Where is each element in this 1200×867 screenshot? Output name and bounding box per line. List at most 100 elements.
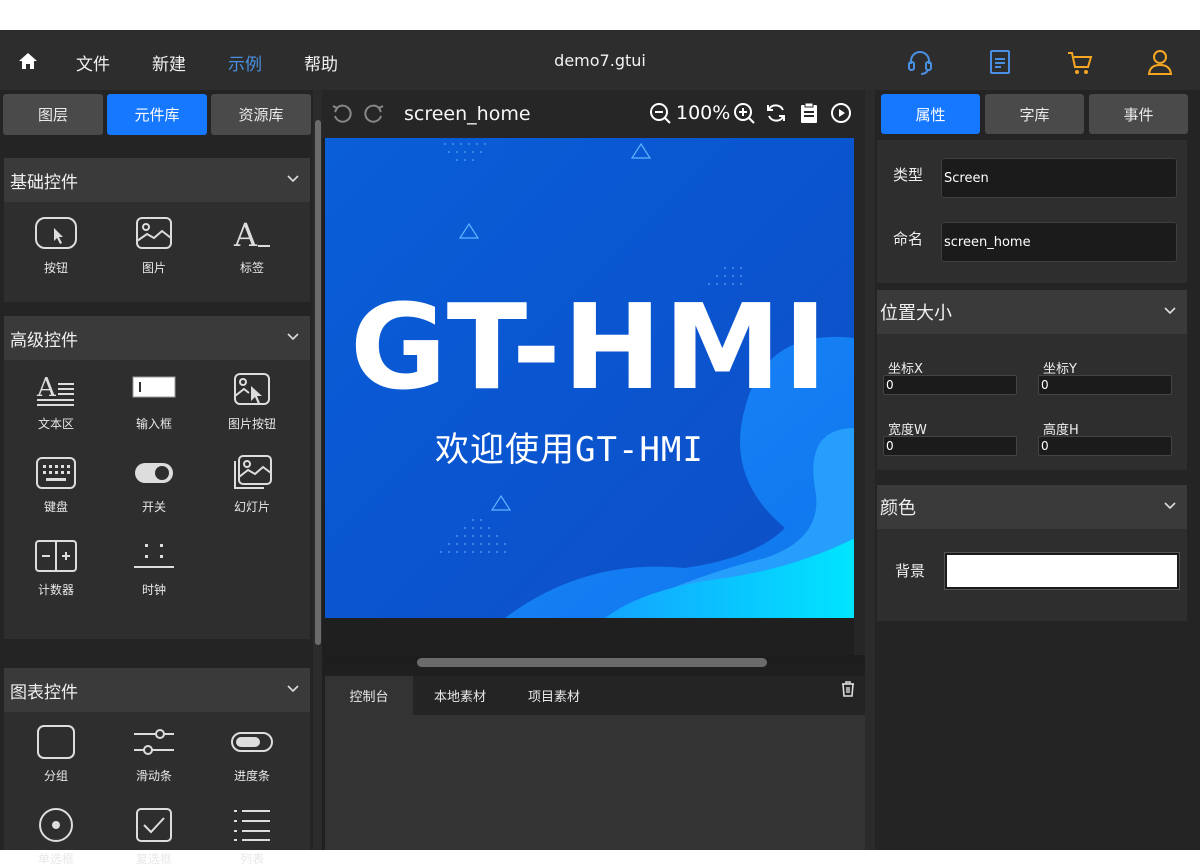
widget-slider[interactable]: 滑动条 <box>105 724 203 784</box>
document-icon[interactable] <box>986 48 1014 76</box>
trash-icon[interactable] <box>839 680 857 698</box>
widget-image[interactable]: 图片 <box>105 216 203 276</box>
widget-label: 滑动条 <box>135 769 172 783</box>
width-input[interactable]: 0 <box>883 436 1017 456</box>
tab-resource-library[interactable]: 资源库 <box>211 94 311 135</box>
menu-examples[interactable]: 示例 <box>228 50 262 75</box>
switch-icon <box>135 463 173 483</box>
background-color-swatch[interactable] <box>944 552 1180 590</box>
left-panel-scrollbar[interactable] <box>315 120 321 645</box>
widget-textarea[interactable]: A 文本区 <box>7 372 105 432</box>
section-chart-widgets: 图表控件 分组 滑动条 进度条 单选框 复选框 列表 <box>4 668 310 866</box>
group-icon <box>37 725 75 759</box>
user-icon[interactable] <box>1146 48 1174 76</box>
counter-icon <box>35 540 77 572</box>
widget-button[interactable]: 按钮 <box>7 216 105 276</box>
widget-label: 分组 <box>43 769 68 783</box>
tab-properties[interactable]: 属性 <box>881 94 980 134</box>
canvas-area: screen_home 100% GT-HMI 欢迎使用GT-HMI 控制台 本… <box>322 90 865 850</box>
widget-label: 开关 <box>141 500 166 514</box>
tab-console[interactable]: 控制台 <box>325 676 413 715</box>
type-field[interactable]: Screen <box>941 158 1177 198</box>
image-icon <box>136 217 172 249</box>
tab-layers[interactable]: 图层 <box>3 94 103 135</box>
widget-label: 标签 <box>239 261 264 275</box>
x-input[interactable]: 0 <box>883 375 1017 395</box>
canvas-horizontal-scrollbar[interactable] <box>417 658 767 667</box>
widget-label: 列表 <box>239 852 264 866</box>
widget-checkbox[interactable]: 复选框 <box>105 807 203 867</box>
tab-project-assets[interactable]: 项目素材 <box>507 676 601 715</box>
textarea-icon: A <box>36 373 74 406</box>
clipboard-icon[interactable] <box>798 102 820 124</box>
screen-name: screen_home <box>404 103 531 125</box>
list-icon <box>234 810 270 841</box>
undo-icon[interactable] <box>331 103 353 125</box>
name-label: 命名 <box>893 230 924 248</box>
screen-preview[interactable]: GT-HMI 欢迎使用GT-HMI <box>325 138 855 618</box>
chevron-down-icon <box>287 685 299 693</box>
slideshow-icon <box>234 455 272 489</box>
section-header[interactable]: 高级控件 <box>4 316 310 360</box>
canvas-vertical-gutter <box>854 138 865 658</box>
tab-local-assets[interactable]: 本地素材 <box>413 676 507 715</box>
color-body: 背景 <box>877 529 1187 621</box>
widget-label: 输入框 <box>135 417 172 431</box>
menu-new[interactable]: 新建 <box>152 50 186 75</box>
section-header[interactable]: 图表控件 <box>4 668 310 712</box>
welcome-text[interactable]: 欢迎使用GT-HMI <box>435 422 704 471</box>
chevron-down-icon <box>1164 307 1176 315</box>
section-title: 颜色 <box>880 498 916 519</box>
console-tabs: 控制台 本地素材 项目素材 <box>325 676 865 715</box>
widget-progress-bar[interactable]: 进度条 <box>203 724 301 784</box>
tab-events[interactable]: 事件 <box>1089 94 1188 134</box>
widget-slideshow[interactable]: 幻灯片 <box>203 455 301 515</box>
menu-help[interactable]: 帮助 <box>304 50 338 75</box>
play-icon[interactable] <box>830 102 852 124</box>
background-label: 背景 <box>895 562 926 580</box>
widget-counter[interactable]: 计数器 <box>7 538 105 598</box>
home-icon[interactable] <box>18 52 38 70</box>
app-window: 文件 新建 示例 帮助 demo7.gtui 图层 元件库 资源库 基础控件 按… <box>0 30 1200 866</box>
zoom-out-icon[interactable] <box>649 102 671 124</box>
redo-icon[interactable] <box>363 103 385 125</box>
widget-label: 进度条 <box>233 769 270 783</box>
tab-font-library[interactable]: 字库 <box>985 94 1084 134</box>
basic-properties: 类型 Screen 命名 screen_home <box>877 140 1187 283</box>
cart-icon[interactable] <box>1066 48 1094 76</box>
widget-clock[interactable]: 时钟 <box>105 538 203 598</box>
menu-file[interactable]: 文件 <box>76 50 110 75</box>
canvas-toolbar: screen_home 100% <box>322 90 865 138</box>
section-header[interactable]: 基础控件 <box>4 158 310 202</box>
y-input[interactable]: 0 <box>1038 375 1172 395</box>
headline-text[interactable]: GT-HMI <box>350 278 829 416</box>
chevron-down-icon <box>1164 502 1176 510</box>
height-input[interactable]: 0 <box>1038 436 1172 456</box>
name-field[interactable]: screen_home <box>941 222 1177 262</box>
zoom-level: 100% <box>676 102 731 124</box>
widget-radio[interactable]: 单选框 <box>7 807 105 867</box>
section-basic-widgets: 基础控件 按钮 图片 A 标签 <box>4 158 310 302</box>
widget-label-control[interactable]: A 标签 <box>203 216 301 276</box>
widget-input-box[interactable]: 输入框 <box>105 372 203 432</box>
clock-icon <box>134 544 174 568</box>
headset-icon[interactable] <box>906 48 934 76</box>
tab-widget-library[interactable]: 元件库 <box>107 94 207 135</box>
widget-label: 文本区 <box>37 417 74 431</box>
widget-list[interactable]: 列表 <box>203 807 301 867</box>
widget-keyboard[interactable]: 键盘 <box>7 455 105 515</box>
section-advanced-widgets: 高级控件 A 文本区 输入框 图片按钮 键盘 开关 幻灯片 计数器 时钟 <box>4 316 310 639</box>
console-panel: 控制台 本地素材 项目素材 <box>325 676 865 850</box>
widget-group[interactable]: 分组 <box>7 724 105 784</box>
widget-label: 幻灯片 <box>233 500 270 514</box>
section-position-size[interactable]: 位置大小 <box>877 290 1187 334</box>
refresh-icon[interactable] <box>765 102 787 124</box>
section-color[interactable]: 颜色 <box>877 485 1187 529</box>
widget-image-button[interactable]: 图片按钮 <box>203 372 301 432</box>
right-panel: 属性 字库 事件 类型 Screen 命名 screen_home 位置大小 坐… <box>875 90 1200 850</box>
svg-text:A: A <box>233 216 258 252</box>
widget-label: 时钟 <box>141 583 166 597</box>
widget-switch[interactable]: 开关 <box>105 455 203 515</box>
zoom-in-icon[interactable] <box>733 102 755 124</box>
widget-label: 复选框 <box>135 852 172 866</box>
